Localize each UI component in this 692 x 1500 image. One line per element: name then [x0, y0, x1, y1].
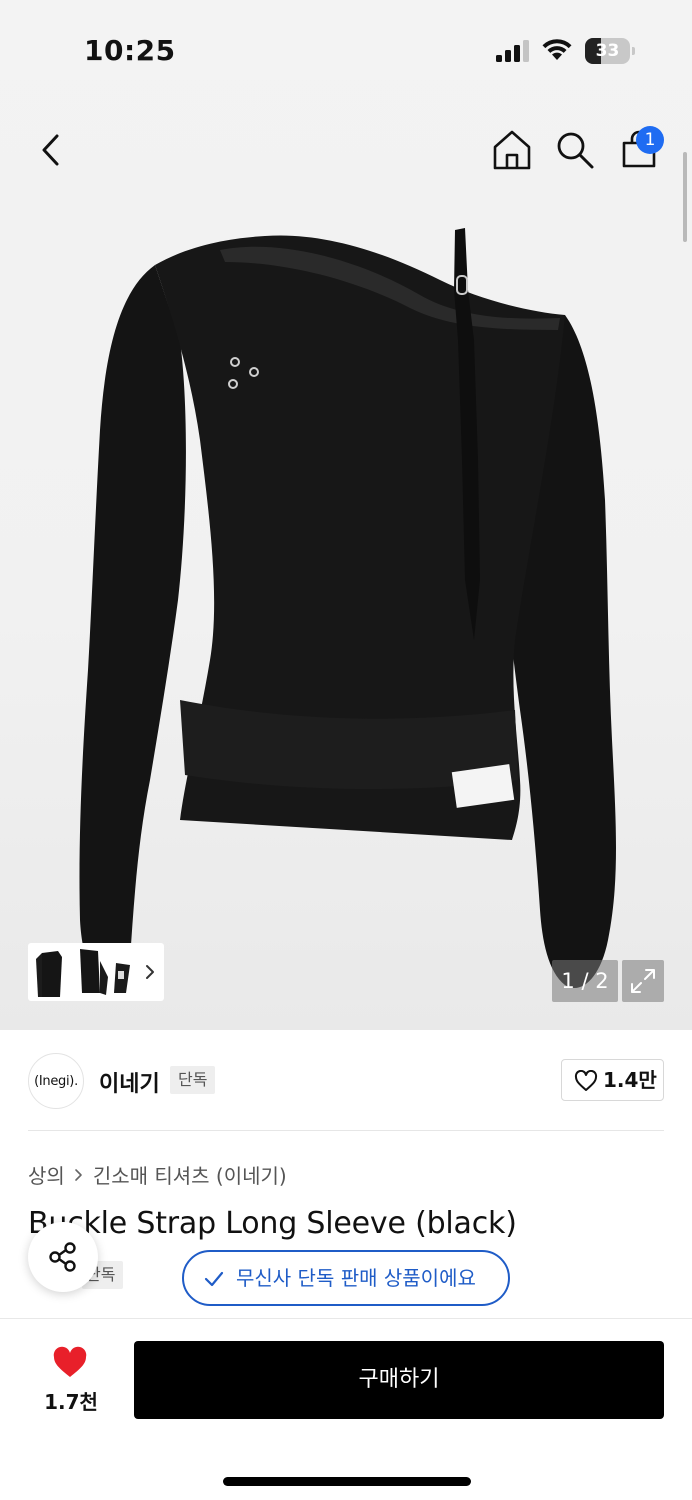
- exclusive-tag: 단독: [170, 1066, 216, 1094]
- breadcrumb-category[interactable]: 상의: [28, 1160, 65, 1189]
- share-button[interactable]: [28, 1222, 98, 1292]
- exclusive-banner-text: 무신사 단독 판매 상품이에요: [236, 1266, 476, 1290]
- heart-filled-icon: [53, 1346, 87, 1377]
- wishlist-button[interactable]: 1.7천: [36, 1344, 106, 1414]
- product-title: Buckle Strap Long Sleeve (black): [28, 1206, 517, 1241]
- search-icon[interactable]: [553, 128, 597, 172]
- battery-icon: 33: [585, 38, 635, 64]
- bottom-bar-divider: [0, 1318, 692, 1319]
- breadcrumb-subcategory[interactable]: 긴소매 티셔츠 (이네기): [93, 1160, 287, 1189]
- buy-button[interactable]: 구매하기: [134, 1341, 664, 1419]
- cellular-signal-icon: [496, 40, 529, 62]
- heart-outline-icon: [574, 1070, 598, 1091]
- scroll-indicator: [683, 152, 687, 242]
- thumbnail-image[interactable]: [34, 947, 150, 999]
- brand-like-button[interactable]: 1.4만: [561, 1059, 664, 1101]
- divider: [28, 1130, 664, 1131]
- chevron-right-icon: [75, 1168, 82, 1181]
- battery-level: 33: [595, 41, 620, 61]
- brand-name[interactable]: 이네기: [99, 1066, 160, 1098]
- wishlist-count: 1.7천: [44, 1390, 98, 1414]
- status-time: 10:25: [84, 34, 176, 67]
- expand-icon[interactable]: [622, 960, 664, 1002]
- chevron-right-icon[interactable]: [140, 962, 160, 982]
- home-indicator: [223, 1477, 471, 1486]
- back-icon[interactable]: [30, 128, 74, 172]
- brand-logo[interactable]: (Inegi).: [28, 1053, 84, 1109]
- product-photo: [79, 228, 616, 996]
- wifi-icon: [542, 39, 572, 60]
- check-icon: [204, 1271, 224, 1287]
- home-icon[interactable]: [490, 128, 534, 172]
- exclusive-sale-banner[interactable]: 무신사 단독 판매 상품이에요: [182, 1250, 510, 1306]
- brand-like-count: 1.4만: [603, 1068, 657, 1092]
- image-counter: 1 / 2: [552, 960, 618, 1002]
- product-image-gallery[interactable]: 10:25 33 1 1 / 2: [0, 0, 692, 1030]
- breadcrumb: 상의 긴소매 티셔츠 (이네기): [28, 1160, 287, 1189]
- share-icon: [49, 1242, 76, 1272]
- cart-count-badge: 1: [636, 126, 664, 154]
